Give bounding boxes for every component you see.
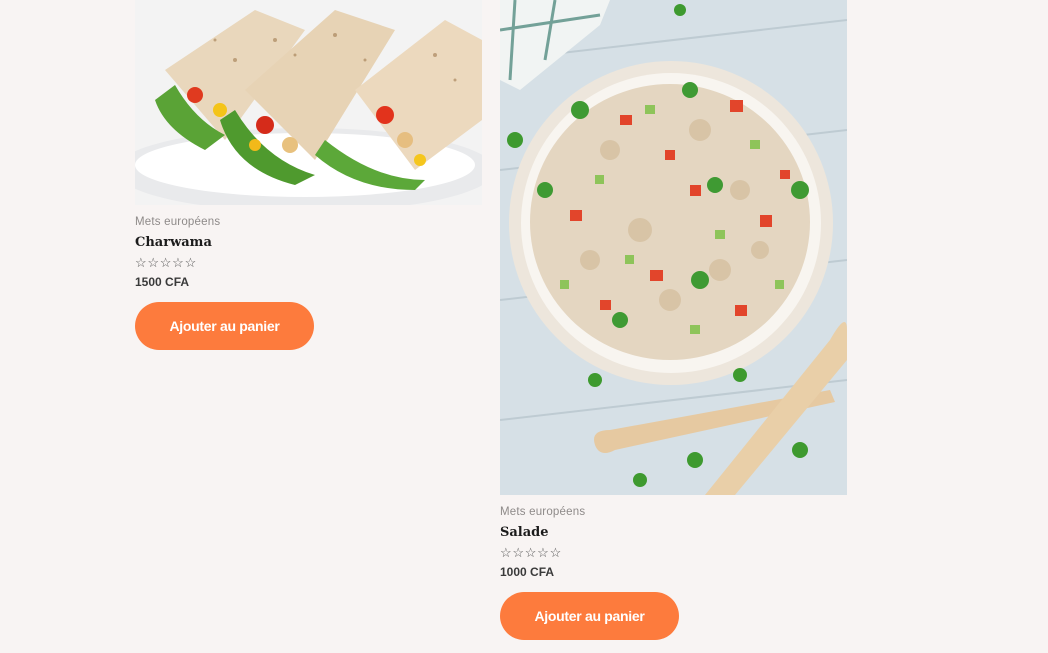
product-price: 1500 CFA (135, 275, 190, 289)
product-card-salade: Mets européens Salade ☆ ☆ ☆ ☆ ☆ 1000 CFA… (500, 0, 847, 640)
rating-stars: ☆ ☆ ☆ ☆ ☆ (135, 256, 482, 270)
star-outline-icon: ☆ (159, 255, 172, 270)
product-card-charwama: Mets européens Charwama ☆ ☆ ☆ ☆ ☆ 1500 C… (135, 0, 482, 350)
pasta-salad-illustration (500, 0, 847, 495)
star-outline-icon: ☆ (147, 255, 160, 270)
star-outline-icon: ☆ (172, 255, 184, 270)
product-title[interactable]: Charwama (135, 235, 482, 250)
product-category[interactable]: Mets européens (500, 506, 847, 518)
star-outline-icon: ☆ (549, 545, 562, 560)
product-title[interactable]: Salade (500, 525, 847, 540)
product-price: 1000 CFA (500, 565, 555, 579)
star-outline-icon: ☆ (512, 545, 525, 560)
star-outline-icon: ☆ (500, 545, 512, 560)
star-outline-icon: ☆ (524, 545, 537, 560)
star-outline-icon: ☆ (537, 545, 549, 560)
product-image-charwama[interactable] (135, 0, 482, 205)
add-to-cart-button[interactable]: Ajouter au panier (500, 592, 679, 640)
star-outline-icon: ☆ (184, 255, 197, 270)
star-outline-icon: ☆ (135, 255, 147, 270)
wrap-plate-illustration (135, 0, 482, 205)
rating-stars: ☆ ☆ ☆ ☆ ☆ (500, 546, 847, 560)
add-to-cart-button[interactable]: Ajouter au panier (135, 302, 314, 350)
product-category[interactable]: Mets européens (135, 216, 482, 228)
product-image-salade[interactable] (500, 0, 847, 495)
